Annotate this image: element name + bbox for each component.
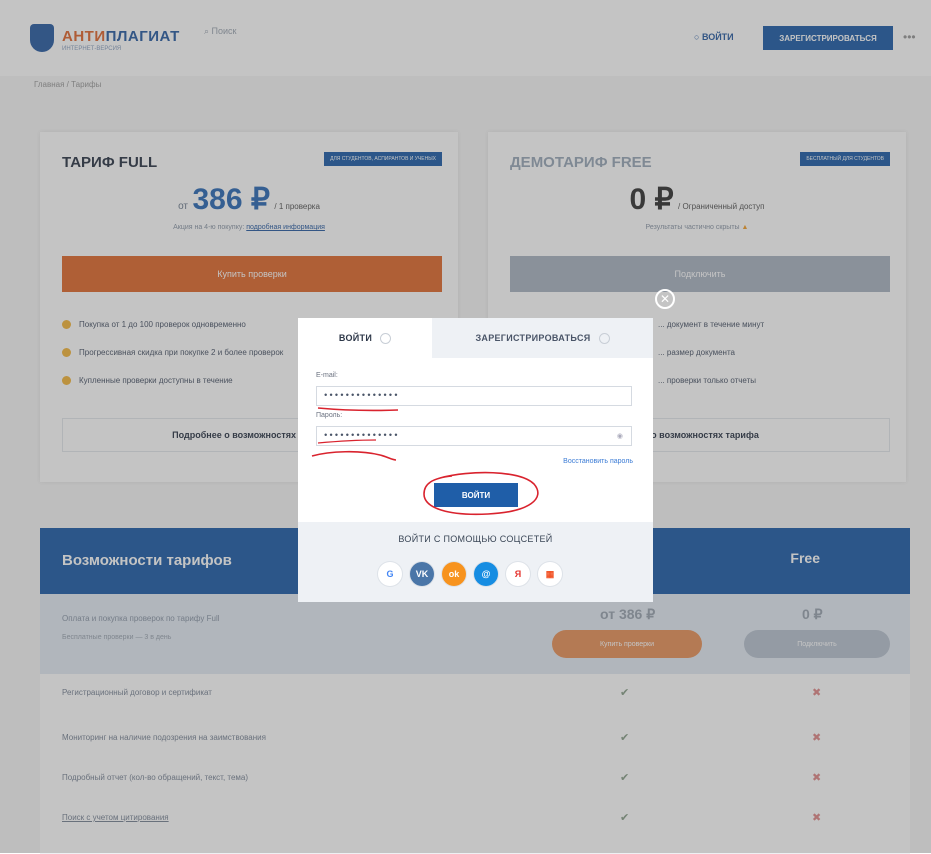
tab-register[interactable]: ЗАРЕГИСТРИРОВАТЬСЯ <box>432 318 653 358</box>
help-icon[interactable] <box>598 332 610 344</box>
email-field[interactable]: •••••••••••••• <box>316 386 632 406</box>
login-modal: ВОЙТИ ЗАРЕГИСТРИРОВАТЬСЯ E-mail: •••••••… <box>298 318 653 602</box>
close-icon[interactable]: ✕ <box>655 289 675 309</box>
eye-icon[interactable]: ◉ <box>617 432 623 441</box>
tab-register-label: ЗАРЕГИСТРИРОВАТЬСЯ <box>475 333 591 343</box>
password-value: •••••••••••••• <box>323 431 399 441</box>
social-buttons: G VK ok @ Я ▦ <box>378 562 562 586</box>
help-icon[interactable] <box>380 332 392 344</box>
social-login-title: ВОЙТИ С ПОМОЩЬЮ СОЦСЕТЕЙ <box>398 534 553 544</box>
forgot-password-link[interactable]: Восстановить пароль <box>563 458 633 465</box>
microsoft-icon[interactable]: ▦ <box>538 562 562 586</box>
login-submit-button[interactable]: ВОЙТИ <box>434 483 518 507</box>
social-login-section: ВОЙТИ С ПОМОЩЬЮ СОЦСЕТЕЙ G VK ok @ Я ▦ <box>298 522 653 602</box>
email-label: E-mail: <box>316 372 338 379</box>
tab-login[interactable]: ВОЙТИ <box>298 318 432 358</box>
tab-login-label: ВОЙТИ <box>338 333 373 343</box>
password-label: Пароль: <box>316 412 343 419</box>
mailru-icon[interactable]: @ <box>474 562 498 586</box>
odnoklassniki-icon[interactable]: ok <box>442 562 466 586</box>
vk-icon[interactable]: VK <box>410 562 434 586</box>
google-icon[interactable]: G <box>378 562 402 586</box>
email-value: •••••••••••••• <box>323 391 399 401</box>
yandex-icon[interactable]: Я <box>506 562 530 586</box>
password-field[interactable]: •••••••••••••• ◉ <box>316 426 632 446</box>
